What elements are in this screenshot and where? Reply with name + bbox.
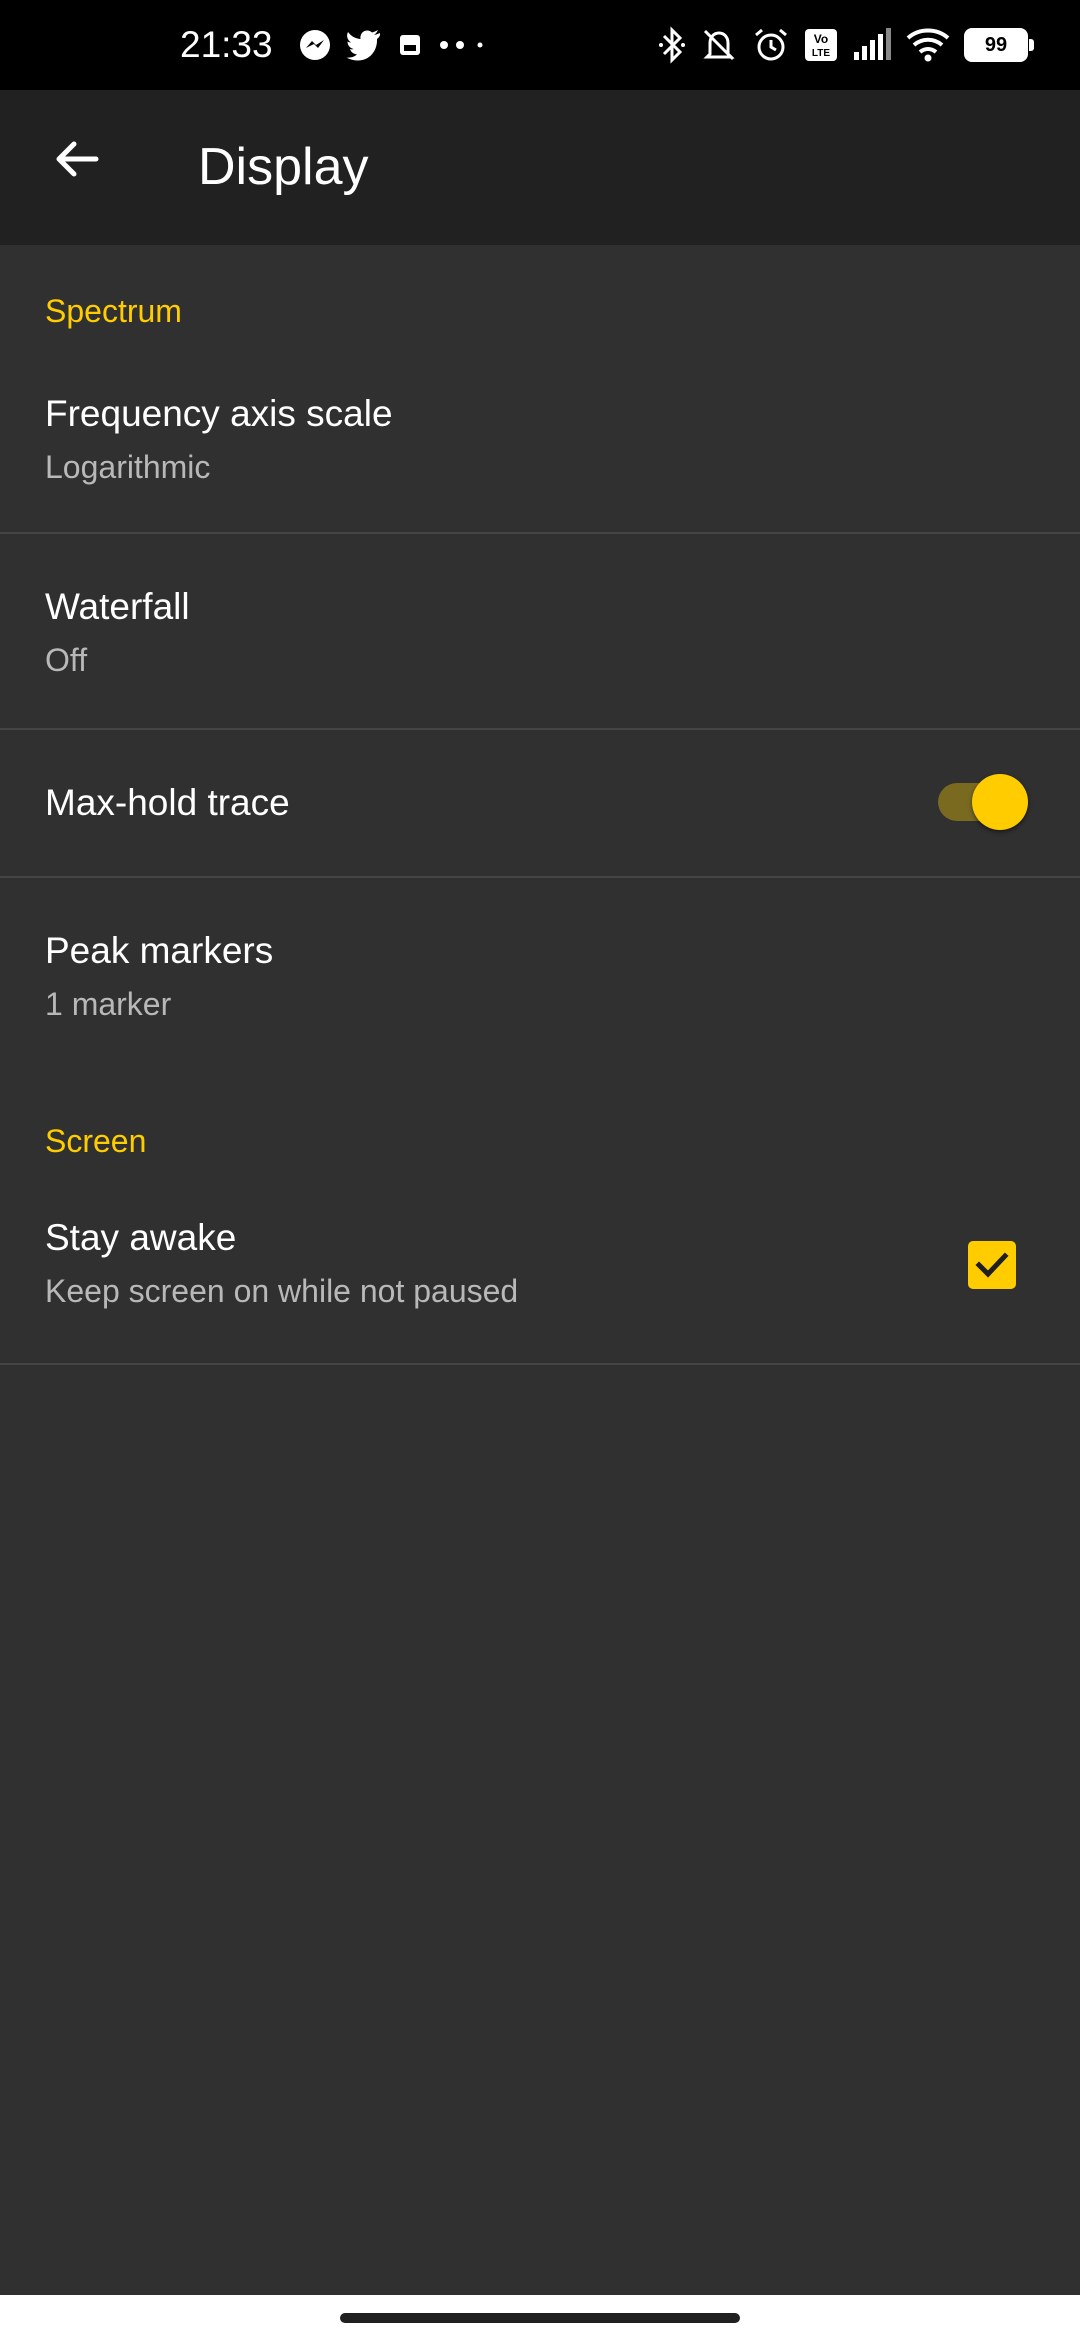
max-hold-switch[interactable] [938, 772, 1030, 832]
svg-text:LTE: LTE [812, 48, 830, 59]
page-title: Display [198, 138, 369, 196]
pref-max-hold-trace[interactable]: Max-hold trace [0, 730, 1080, 876]
stay-awake-checkbox[interactable] [968, 1241, 1016, 1289]
divider [0, 1363, 1080, 1365]
pref-summary: Keep screen on while not paused [45, 1273, 519, 1309]
status-system-icons: Vo LTE 99 [658, 0, 1034, 90]
pref-title: Waterfall [45, 586, 190, 627]
pref-frequency-axis-scale[interactable]: Frequency axis scale Logarithmic [0, 357, 1080, 485]
pref-waterfall[interactable]: Waterfall Off [0, 534, 1080, 728]
more-dots-icon [440, 41, 483, 49]
pref-title: Peak markers [45, 930, 274, 971]
status-time: 21:33 [180, 24, 273, 65]
section-header-screen: Screen [45, 1123, 147, 1159]
pref-stay-awake[interactable]: Stay awake Keep screen on while not paus… [0, 1185, 1080, 1363]
twitter-icon [346, 30, 380, 61]
volte-icon: Vo LTE [805, 29, 837, 61]
status-bar: 21:33 Vo LTE 99 [0, 0, 1080, 90]
status-notification-icons [298, 0, 488, 90]
battery-icon: 99 [964, 28, 1034, 62]
section-header-spectrum: Spectrum [45, 293, 182, 329]
notification-icon [400, 35, 420, 55]
app-bar: Display [0, 90, 1080, 245]
arrow-back-icon [56, 141, 99, 177]
bluetooth-icon [659, 26, 685, 64]
pref-title: Max-hold trace [45, 782, 290, 823]
back-button[interactable] [40, 122, 114, 196]
signal-icon [854, 28, 891, 60]
mute-bell-icon [703, 29, 735, 61]
svg-text:Vo: Vo [814, 32, 828, 46]
gesture-nav-bar [0, 2295, 1080, 2340]
pref-peak-markers[interactable]: Peak markers 1 marker [0, 878, 1080, 1048]
pref-summary: Off [45, 642, 88, 678]
checkmark-icon [975, 1252, 1009, 1278]
alarm-icon [755, 28, 787, 61]
pref-title: Stay awake [45, 1217, 237, 1258]
switch-thumb [972, 774, 1028, 830]
messenger-icon [300, 30, 330, 60]
wifi-icon [906, 28, 950, 62]
pref-title: Frequency axis scale [45, 393, 393, 434]
home-handle[interactable] [340, 2313, 740, 2323]
pref-summary: 1 marker [45, 986, 172, 1022]
pref-summary: Logarithmic [45, 449, 211, 485]
